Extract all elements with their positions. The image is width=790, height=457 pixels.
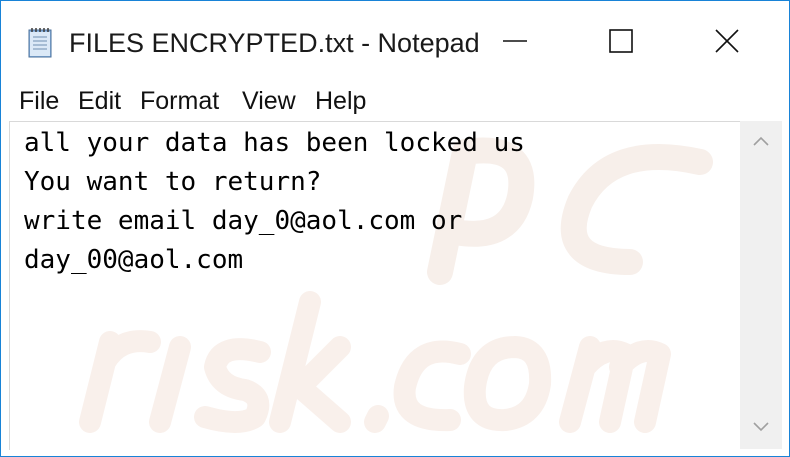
minimize-button[interactable] <box>463 1 567 85</box>
scroll-track[interactable] <box>740 163 782 407</box>
scroll-up-button[interactable] <box>740 121 782 163</box>
menu-format[interactable]: Format <box>140 85 219 123</box>
window-title: FILES ENCRYPTED.txt - Notepad <box>69 28 480 58</box>
scroll-down-button[interactable] <box>740 407 782 449</box>
text-line: You want to return? <box>24 167 322 197</box>
chevron-up-icon <box>753 133 769 151</box>
close-button[interactable] <box>675 1 779 85</box>
text-line: write email day_0@aol.com or <box>24 206 463 236</box>
menu-bar: File Edit Format View Help <box>1 85 789 123</box>
minimize-icon <box>502 28 528 59</box>
menu-help[interactable]: Help <box>315 85 366 123</box>
menu-file[interactable]: File <box>19 85 59 123</box>
notepad-window: FILES ENCRYPTED.txt - Notepad File Edit … <box>0 0 790 457</box>
vertical-scrollbar[interactable] <box>740 121 782 449</box>
notepad-icon <box>25 27 55 59</box>
close-icon <box>714 28 740 59</box>
chevron-down-icon <box>753 419 769 437</box>
menu-view[interactable]: View <box>242 85 296 123</box>
maximize-icon <box>608 28 634 59</box>
text-line: all your data has been locked us <box>24 128 525 158</box>
title-bar[interactable]: FILES ENCRYPTED.txt - Notepad <box>1 1 789 85</box>
menu-edit[interactable]: Edit <box>78 85 121 123</box>
text-editor[interactable]: all your data has been locked us You wan… <box>9 121 740 450</box>
maximize-button[interactable] <box>569 1 673 85</box>
text-line: day_00@aol.com <box>24 245 244 275</box>
